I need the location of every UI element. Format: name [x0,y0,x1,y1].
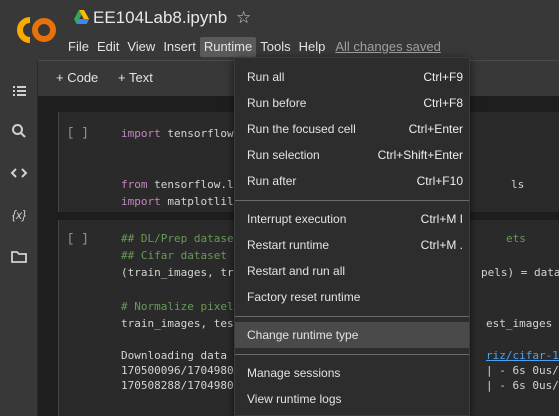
star-icon[interactable]: ☆ [236,8,251,28]
menu-item-manage-sessions[interactable]: Manage sessions [235,360,469,386]
cell-code-line-tail: ets [506,232,526,245]
cell-code-line: from tensorflow.l [121,178,234,191]
google-drive-icon [74,10,89,24]
cell-code-line-tail: ls [511,178,525,191]
menu-item-run-before[interactable]: Run before Ctrl+F8 [235,90,469,116]
code-snippets-icon[interactable] [10,164,28,182]
menu-item-run-after[interactable]: Run after Ctrl+F10 [235,168,469,194]
menu-item-factory-reset-runtime[interactable]: Factory reset runtime [235,284,469,310]
cell-code-line: ## DL/Prep datase [121,232,234,245]
menu-tools[interactable]: Tools [256,37,294,57]
cell-code-line: ## Cifar dataset [121,249,227,262]
menu-item-restart-runtime[interactable]: Restart runtime Ctrl+M . [235,232,469,258]
toc-icon[interactable] [10,82,28,100]
cell-output-line: 170508288/1704980 [121,379,234,392]
output-download-link[interactable]: riz/cifar-10- [486,348,559,363]
cell-code-line-tail: est_images / [486,317,559,330]
cell-code-line: import tensorflow [121,127,234,140]
colab-logo-icon[interactable] [14,15,56,45]
header: EE104Lab8.ipynb ☆ File Edit View Insert … [0,0,559,60]
menu-item-view-runtime-logs[interactable]: View runtime logs [235,386,469,412]
cell-output-line-tail: | - 6s 0us/st [486,364,559,377]
menu-divider [235,316,469,317]
cell-code-line: # Normalize pixel [121,300,234,313]
add-text-button[interactable]: + Text [118,70,153,85]
save-status-link[interactable]: All changes saved [335,37,441,57]
menu-item-run-focused-cell[interactable]: Run the focused cell Ctrl+Enter [235,116,469,142]
cell-output-line-tail: | - 6s 0us/st [486,379,559,392]
cell-code-line: import matplotlil [121,195,234,208]
menu-divider [235,200,469,201]
menu-item-run-all[interactable]: Run all Ctrl+F9 [235,64,469,90]
add-code-button[interactable]: + Code [56,70,98,85]
menu-edit[interactable]: Edit [93,37,123,57]
cell-output-line: 170500096/1704980 [121,364,234,377]
menu-help[interactable]: Help [295,37,330,57]
menu-runtime[interactable]: Runtime [199,37,257,57]
menu-divider [235,354,469,355]
notebook-title[interactable]: EE104Lab8.ipynb [93,8,227,28]
cell-output-line: Downloading data [121,349,227,362]
menu-file[interactable]: File [64,37,93,57]
files-icon[interactable] [10,248,28,266]
menu-view[interactable]: View [123,37,159,57]
variables-icon[interactable]: {x} [10,206,28,224]
cell-code-line: train_images, tes [121,317,234,330]
run-cell-button[interactable]: [ ] [67,232,89,246]
left-sidebar: {x} [0,60,38,416]
cell-code-line: (train_images, tr [121,266,234,279]
search-icon[interactable] [10,122,28,140]
menubar: File Edit View Insert Runtime Tools Help… [64,37,441,57]
menu-item-run-selection[interactable]: Run selection Ctrl+Shift+Enter [235,142,469,168]
menu-item-change-runtime-type[interactable]: Change runtime type [235,322,469,348]
run-cell-button[interactable]: [ ] [67,126,89,140]
menu-item-interrupt-execution[interactable]: Interrupt execution Ctrl+M I [235,206,469,232]
runtime-dropdown-menu: Run all Ctrl+F9 Run before Ctrl+F8 Run the… [234,57,470,416]
menu-insert[interactable]: Insert [159,37,200,57]
cell-code-line-tail: pels) = datas [481,266,559,279]
menu-item-restart-and-run-all[interactable]: Restart and run all [235,258,469,284]
